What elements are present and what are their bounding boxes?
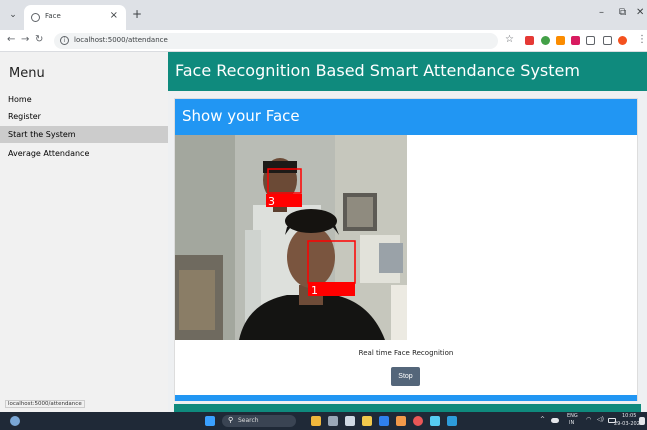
more-menu-icon[interactable]: ⋮ bbox=[637, 34, 647, 45]
sidebar-item-home[interactable]: Home bbox=[0, 91, 168, 108]
vscode-icon[interactable] bbox=[379, 416, 389, 426]
page-header: Face Recognition Based Smart Attendance … bbox=[168, 52, 647, 91]
face-id-label: 3 bbox=[268, 195, 275, 208]
app-icon[interactable] bbox=[396, 416, 406, 426]
page-title: Face Recognition Based Smart Attendance … bbox=[175, 61, 580, 80]
site-info-icon[interactable]: i bbox=[60, 36, 69, 45]
face-id-label: 1 bbox=[311, 284, 318, 297]
profile-avatar[interactable] bbox=[618, 36, 627, 45]
app-icon[interactable] bbox=[430, 416, 440, 426]
forward-icon[interactable]: → bbox=[21, 34, 29, 45]
webcam-feed: 3 1 bbox=[175, 135, 407, 340]
wifi-icon[interactable]: ◠ bbox=[586, 416, 591, 423]
app-icon[interactable] bbox=[447, 416, 457, 426]
sidebar-item-start-system[interactable]: Start the System bbox=[0, 126, 168, 143]
start-button-icon[interactable] bbox=[205, 416, 215, 426]
sidebar-item-average-attendance[interactable]: Average Attendance bbox=[0, 145, 168, 162]
new-tab-button[interactable]: + bbox=[132, 7, 142, 21]
task-view-icon[interactable] bbox=[328, 416, 338, 426]
extensions-puzzle-icon[interactable] bbox=[586, 36, 595, 45]
extension-icon[interactable] bbox=[541, 36, 550, 45]
file-explorer-icon[interactable] bbox=[362, 416, 372, 426]
tab-close-button[interactable]: × bbox=[110, 10, 118, 21]
app-icon[interactable] bbox=[311, 416, 321, 426]
card-header: Show your Face bbox=[175, 99, 637, 135]
tab-title: Face bbox=[45, 12, 61, 20]
footer-bar bbox=[174, 404, 641, 412]
video-caption: Real time Face Recognition bbox=[358, 349, 454, 357]
chevron-up-icon[interactable]: ^ bbox=[540, 416, 545, 423]
volume-icon[interactable]: ◁) bbox=[597, 416, 604, 423]
browser-tab[interactable]: Face × bbox=[24, 5, 126, 30]
windows-taskbar: ⚲ Search ^ ENG IN ◠ ◁) 10:05 29-03-2024 bbox=[0, 412, 647, 430]
restore-icon[interactable]: ⧉ bbox=[619, 7, 626, 18]
close-window-icon[interactable]: ✕ bbox=[636, 7, 644, 18]
back-icon[interactable]: ← bbox=[7, 34, 15, 45]
minimize-icon[interactable]: – bbox=[599, 7, 604, 18]
extension-icon[interactable] bbox=[571, 36, 580, 45]
weather-icon[interactable] bbox=[10, 416, 20, 426]
extension-icon[interactable] bbox=[556, 36, 565, 45]
web-page: Menu Home Register Start the System Aver… bbox=[0, 52, 647, 412]
clock-time[interactable]: 10:05 bbox=[622, 413, 636, 419]
side-panel-icon[interactable] bbox=[603, 36, 612, 45]
url-field[interactable]: i localhost:5000/attendance bbox=[54, 33, 498, 49]
notification-icon[interactable] bbox=[639, 417, 645, 425]
app-icon[interactable] bbox=[345, 416, 355, 426]
extension-icon[interactable] bbox=[525, 36, 534, 45]
card-footer-bar bbox=[175, 395, 637, 401]
webcam-frame: 3 1 bbox=[175, 135, 407, 340]
taskbar-search[interactable]: ⚲ Search bbox=[222, 415, 296, 427]
chrome-icon[interactable] bbox=[413, 416, 423, 426]
sidebar-item-register[interactable]: Register bbox=[0, 108, 168, 125]
status-bar-url: localhost:5000/attendance bbox=[5, 400, 85, 408]
main-content: Show your Face 3 1 Real time Face Recogn… bbox=[168, 91, 647, 412]
browser-tab-bar: ⌄ Face × + – ⧉ ✕ bbox=[0, 0, 647, 30]
language-region: IN bbox=[569, 420, 575, 426]
card-title: Show your Face bbox=[182, 107, 300, 125]
search-icon: ⚲ bbox=[228, 416, 234, 424]
onedrive-icon[interactable] bbox=[551, 418, 559, 423]
address-bar: ← → ↻ i localhost:5000/attendance ☆ ⋮ bbox=[0, 30, 647, 52]
camera-card: Show your Face 3 1 Real time Face Recogn… bbox=[174, 98, 638, 401]
tab-search-icon[interactable]: ⌄ bbox=[6, 9, 20, 22]
language-indicator[interactable]: ENG bbox=[567, 413, 578, 419]
stop-button[interactable]: Stop bbox=[391, 367, 420, 386]
bookmark-star-icon[interactable]: ☆ bbox=[505, 34, 514, 45]
globe-icon bbox=[31, 13, 40, 22]
menu-title: Menu bbox=[9, 66, 45, 81]
reload-icon[interactable]: ↻ bbox=[35, 34, 43, 45]
search-placeholder: Search bbox=[238, 417, 259, 424]
sidebar: Menu Home Register Start the System Aver… bbox=[0, 52, 168, 412]
url-text: localhost:5000/attendance bbox=[74, 36, 168, 44]
